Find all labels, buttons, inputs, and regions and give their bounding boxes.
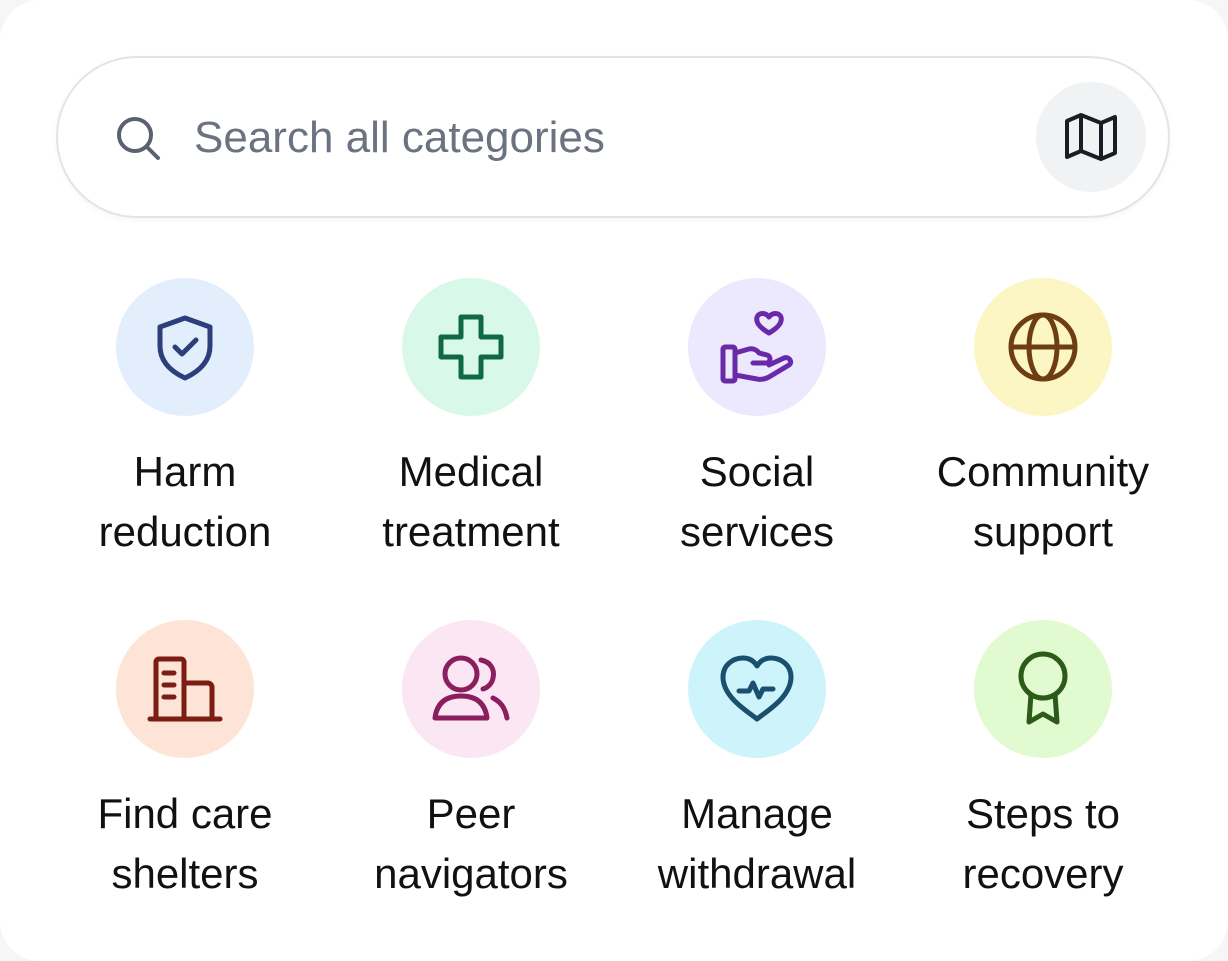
category-manage-withdrawal[interactable]: Manage withdrawal — [614, 620, 900, 910]
category-icon-circle — [116, 620, 254, 758]
search-icon — [117, 117, 160, 160]
category-icon-circle — [974, 278, 1112, 416]
category-icon-circle — [402, 620, 540, 758]
category-label-line2: navigators — [374, 850, 568, 897]
category-label-line1: Community — [936, 448, 1150, 495]
category-label-line2: treatment — [382, 508, 560, 555]
users-icon — [432, 655, 510, 721]
category-medical-treatment[interactable]: Medical treatment — [328, 278, 614, 568]
category-social-services[interactable]: Social services — [614, 278, 900, 568]
heart-pulse-icon — [720, 655, 794, 722]
category-label-line1: Manage — [681, 790, 833, 837]
category-label: Peer navigators — [328, 784, 614, 904]
category-icon-circle — [116, 278, 254, 416]
category-label-line2: services — [679, 508, 835, 555]
category-icon-circle — [688, 278, 826, 416]
category-peer-navigators[interactable]: Peer navigators — [328, 620, 614, 910]
category-label: Find care shelters — [42, 784, 328, 904]
search-bar[interactable] — [56, 56, 1170, 218]
map-icon — [1065, 113, 1117, 161]
building-icon — [147, 656, 223, 722]
category-label-line1: Medical — [398, 448, 544, 495]
category-icon-circle — [974, 620, 1112, 758]
category-label-line1: Social — [699, 448, 815, 495]
award-icon — [1018, 651, 1068, 725]
category-label-line2: shelters — [111, 850, 259, 897]
category-label-line2: withdrawal — [657, 850, 857, 897]
category-icon-circle — [688, 620, 826, 758]
category-grid: Harm reduction Medical treatment Social … — [42, 278, 1186, 918]
category-label: Steps to recovery — [900, 784, 1186, 904]
category-label-line1: Steps to — [965, 790, 1121, 837]
category-find-care-shelters[interactable]: Find care shelters — [42, 620, 328, 910]
category-label: Manage withdrawal — [614, 784, 900, 904]
category-label-line1: Harm — [133, 448, 237, 495]
category-steps-to-recovery[interactable]: Steps to recovery — [900, 620, 1186, 910]
category-card: Harm reduction Medical treatment — [0, 0, 1228, 961]
category-label-line1: Find care — [97, 790, 273, 837]
shield-check-icon — [157, 315, 213, 381]
category-label: Community support — [900, 442, 1186, 562]
map-button[interactable] — [1036, 82, 1146, 192]
category-label-line2: reduction — [98, 508, 272, 555]
category-label-line2: support — [972, 508, 1114, 555]
category-label: Harm reduction — [42, 442, 328, 562]
globe-icon — [1008, 312, 1078, 382]
hand-heart-icon — [720, 311, 794, 384]
category-label-line2: recovery — [962, 850, 1124, 897]
category-harm-reduction[interactable]: Harm reduction — [42, 278, 328, 568]
search-input[interactable] — [194, 102, 1014, 174]
category-icon-circle — [402, 278, 540, 416]
category-label: Medical treatment — [328, 442, 614, 562]
category-community-support[interactable]: Community support — [900, 278, 1186, 568]
medical-cross-icon — [438, 314, 504, 380]
category-label: Social services — [614, 442, 900, 562]
category-label-line1: Peer — [426, 790, 516, 837]
